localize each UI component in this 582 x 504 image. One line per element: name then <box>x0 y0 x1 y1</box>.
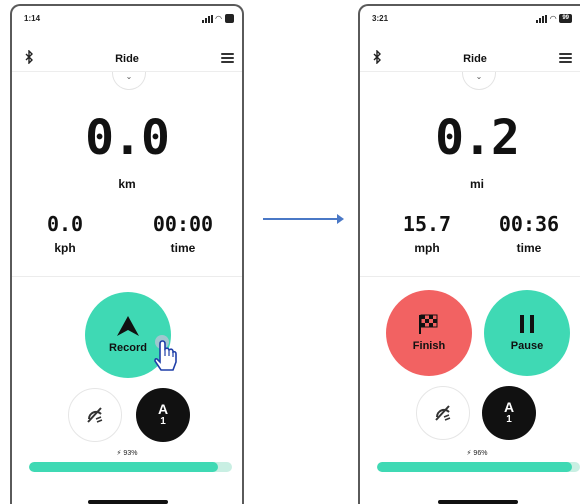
home-indicator <box>88 500 168 504</box>
time-label: time <box>170 241 196 255</box>
mode-number: 1 <box>506 414 512 425</box>
transition-arrow-head-icon <box>337 214 344 224</box>
assist-mode-button[interactable]: A 1 <box>482 386 536 440</box>
app-header: Ride <box>12 46 242 72</box>
lightning-icon: ⚡ <box>466 450 472 457</box>
wifi-icon: ◠ <box>215 13 222 23</box>
pause-label: Pause <box>510 340 544 352</box>
battery-percent: 96% <box>473 450 488 457</box>
record-label: Record <box>109 342 147 354</box>
battery-progress-fill <box>377 462 572 472</box>
divider <box>360 276 580 277</box>
navigation-arrow-icon <box>117 316 139 336</box>
wifi-icon: ◠ <box>550 13 557 23</box>
page-title: Ride <box>463 53 487 65</box>
app-header: Ride <box>360 46 580 72</box>
assist-toggle-button[interactable] <box>68 388 122 442</box>
mode-letter: A <box>157 401 169 417</box>
hamburger-menu-icon[interactable] <box>559 53 572 63</box>
page-title: Ride <box>115 53 139 65</box>
speed-value: 15.7 <box>402 212 452 236</box>
battery-status: ⚡ 96% <box>374 449 580 457</box>
speed-stat: 15.7 mph <box>382 212 472 255</box>
phone-screen-after: 3:21 ◠ 99 Ride ⌄ 0.2 mi 15.7 mph 00:36 t… <box>358 4 580 504</box>
chevron-down-icon: ⌄ <box>125 72 133 81</box>
distance-unit: mi <box>469 177 484 191</box>
time-stat: 00:00 time <box>138 212 228 255</box>
divider <box>12 276 242 277</box>
assist-off-icon <box>435 405 451 421</box>
battery-progress-bar <box>29 462 232 472</box>
hamburger-menu-icon[interactable] <box>221 53 234 63</box>
assist-off-icon <box>87 407 103 423</box>
expand-chevron-button[interactable]: ⌄ <box>112 72 146 90</box>
time-stat: 00:36 time <box>484 212 574 255</box>
phone-battery-icon <box>224 14 234 23</box>
finish-button[interactable]: Finish <box>386 290 472 376</box>
expand-chevron-button[interactable]: ⌄ <box>462 72 496 90</box>
distance-unit: km <box>118 177 136 191</box>
lightning-icon: ⚡ <box>116 450 122 457</box>
signal-icon <box>536 14 548 23</box>
battery-progress-fill <box>29 462 218 472</box>
assist-mode-button[interactable]: A 1 <box>136 388 190 442</box>
status-time: 3:21 <box>372 14 389 23</box>
speed-unit: mph <box>414 241 440 255</box>
time-value: 00:00 <box>152 212 214 236</box>
battery-percent: 93% <box>123 450 138 457</box>
mode-letter: A <box>503 399 515 415</box>
phone-battery-icon: 99 <box>559 14 572 23</box>
speed-value: 0.0 <box>46 212 84 236</box>
status-icons: ◠ 99 <box>536 14 572 23</box>
status-time: 1:14 <box>24 14 41 23</box>
finish-label: Finish <box>412 340 446 352</box>
speed-stat: 0.0 kph <box>20 212 110 255</box>
signal-icon <box>201 14 213 23</box>
distance-value: 0.0 <box>85 110 170 166</box>
status-bar: 3:21 ◠ 99 <box>360 12 580 26</box>
battery-progress-bar <box>377 462 580 472</box>
pause-button[interactable]: Pause <box>484 290 570 376</box>
battery-status: ⚡ 93% <box>12 449 242 457</box>
status-bar: 1:14 ◠ <box>12 12 242 26</box>
distance-value: 0.2 <box>435 110 520 166</box>
time-value: 00:36 <box>498 212 560 236</box>
transition-arrow-line <box>263 218 341 220</box>
home-indicator <box>438 500 518 504</box>
chevron-down-icon: ⌄ <box>475 72 483 81</box>
pause-icon <box>520 315 534 333</box>
hand-pointer-icon <box>154 335 177 371</box>
assist-toggle-button[interactable] <box>416 386 470 440</box>
status-icons: ◠ <box>201 13 234 23</box>
speed-unit: kph <box>54 241 76 255</box>
phone-screen-before: 1:14 ◠ Ride ⌄ 0.0 km 0.0 kph 00:00 time … <box>10 4 244 504</box>
mode-number: 1 <box>160 416 166 427</box>
time-label: time <box>516 241 542 255</box>
checkered-flag-icon <box>419 314 438 334</box>
